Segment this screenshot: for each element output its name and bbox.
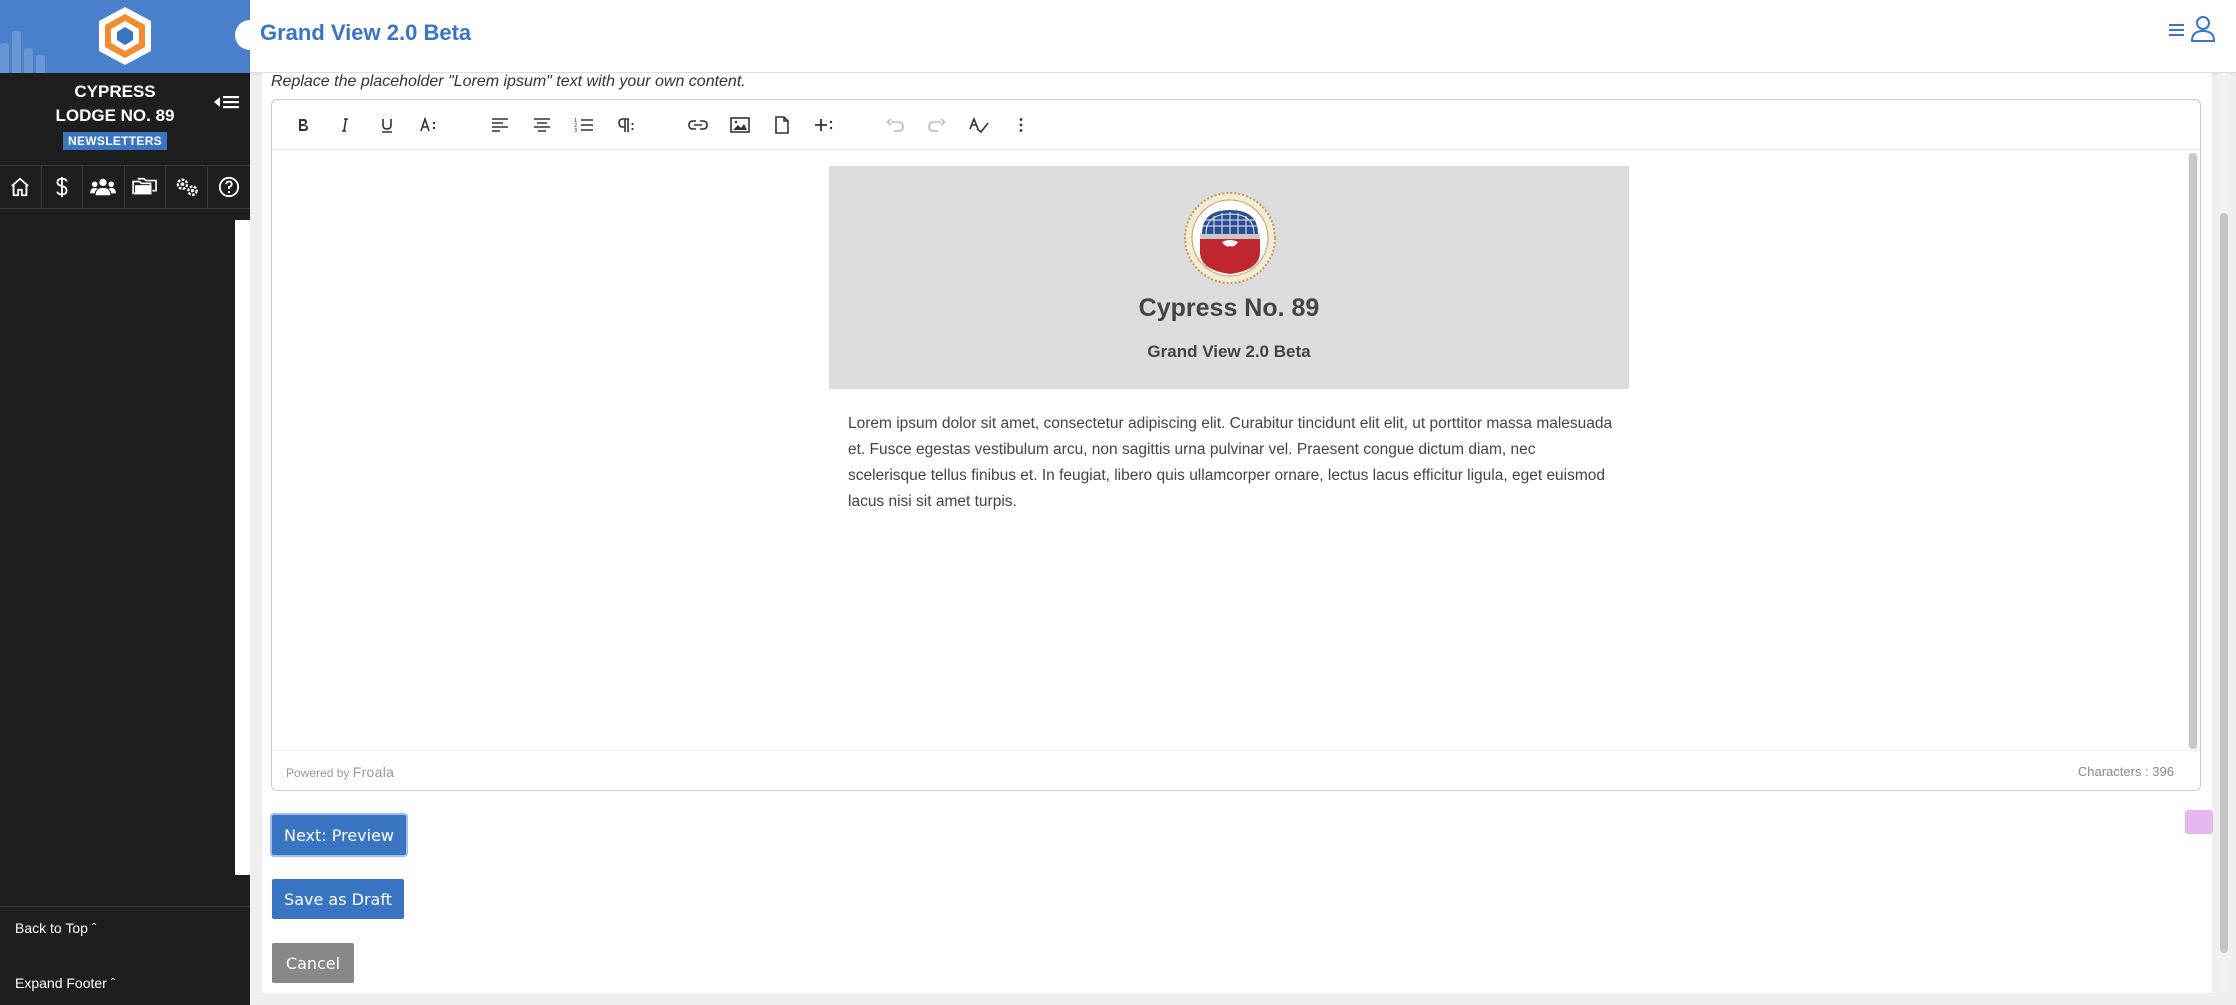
editor-status-bar: Powered by Froala Characters : 396 (272, 750, 2200, 791)
feedback-widget-icon[interactable] (2185, 810, 2213, 834)
section-badge: NEWSLETTERS (63, 132, 167, 150)
sidebar-panel-strip (235, 220, 250, 875)
next-preview-button[interactable]: Next: Preview (272, 815, 406, 855)
nav-documents[interactable] (125, 166, 167, 208)
insert-link-button[interactable] (683, 110, 713, 140)
sidebar: CYPRESS LODGE NO. 89 NEWSLETTERS Back to… (0, 0, 250, 1005)
character-count: Characters : 396 (2077, 764, 2174, 779)
home-icon (11, 177, 30, 197)
expand-footer-link[interactable]: Expand Footer ˆ (15, 975, 115, 991)
back-to-top-label: Back to Top (15, 920, 88, 936)
redo-button[interactable] (922, 110, 952, 140)
plus-more-icon (815, 119, 833, 131)
dollar-icon (56, 176, 68, 198)
newsletter-title: Cypress No. 89 (1138, 294, 1320, 322)
font-size-icon (420, 117, 436, 132)
image-icon (730, 117, 750, 133)
undo-button[interactable] (880, 110, 910, 140)
logo-bars-decoration (0, 28, 60, 73)
newsletter-subtitle: Grand View 2.0 Beta (1147, 342, 1311, 361)
top-header: Grand View 2.0 Beta (235, 0, 2236, 73)
svg-text:3: 3 (574, 128, 577, 133)
align-center-icon (534, 118, 550, 132)
newsletter-header: Cypress No. 89 Grand View 2.0 Beta (829, 166, 1629, 389)
instruction-text: Replace the placeholder "Lorem ipsum" te… (271, 73, 746, 90)
newsletter-body-text[interactable]: Lorem ipsum dolor sit amet, consectetur … (848, 411, 1618, 515)
nav-finance[interactable] (42, 166, 84, 208)
logo-hexagon-icon[interactable] (95, 5, 155, 67)
chevron-up-icon: ˆ (110, 975, 116, 991)
help-icon (218, 176, 239, 198)
chevron-up-icon: ˆ (91, 920, 97, 936)
align-left-button[interactable] (485, 110, 515, 140)
logo-area (0, 0, 250, 73)
nav-members[interactable] (83, 166, 125, 208)
page-scroll-thumb[interactable] (2220, 213, 2228, 953)
align-left-icon (492, 118, 508, 132)
font-size-button[interactable] (414, 110, 444, 140)
powered-by-label: Powered by (286, 766, 350, 780)
expand-footer-label: Expand Footer (15, 975, 107, 991)
members-icon (90, 178, 117, 196)
undo-icon (886, 118, 904, 132)
page-scrollbar[interactable] (2218, 73, 2230, 993)
sidebar-divider (0, 906, 250, 907)
rich-text-editor: 123 Cypress No. 89 Grand View 2.0 Beta L… (271, 99, 2201, 791)
main-content: Replace the placeholder "Lorem ipsum" te… (262, 73, 2212, 993)
paragraph-format-button[interactable] (611, 110, 641, 140)
editor-scrollbar[interactable] (2188, 153, 2198, 749)
collapse-menu-icon (214, 96, 239, 109)
editor-document-area[interactable]: Cypress No. 89 Grand View 2.0 Beta Lorem… (272, 151, 2188, 749)
collapse-sidebar-button[interactable] (212, 90, 244, 114)
lodge-name-line1: CYPRESS (74, 82, 156, 101)
insert-file-button[interactable] (767, 110, 797, 140)
menu-icon[interactable] (2167, 20, 2187, 40)
align-center-button[interactable] (527, 110, 557, 140)
insert-image-button[interactable] (725, 110, 755, 140)
nav-help[interactable] (208, 166, 250, 208)
nav-settings[interactable] (166, 166, 208, 208)
lodge-name-line2: LODGE NO. 89 (55, 106, 175, 125)
back-to-top-link[interactable]: Back to Top ˆ (15, 920, 96, 936)
lodge-name: CYPRESS LODGE NO. 89 (0, 80, 230, 128)
ordered-list-button[interactable]: 123 (569, 110, 599, 140)
underline-button[interactable] (372, 110, 402, 140)
settings-gears-icon (176, 178, 198, 196)
nav-home[interactable] (0, 166, 42, 208)
user-profile-icon[interactable] (2190, 14, 2216, 42)
folders-icon (132, 177, 157, 195)
spell-check-icon (969, 117, 989, 133)
bold-icon (299, 119, 308, 131)
save-draft-button[interactable]: Save as Draft (272, 879, 404, 919)
ordered-list-icon: 123 (574, 118, 593, 133)
cancel-button[interactable]: Cancel (272, 943, 354, 983)
editor-scroll-thumb[interactable] (2189, 153, 2197, 749)
underline-icon (382, 119, 392, 133)
lodge-seal-image (1184, 192, 1276, 284)
sidebar-nav (0, 165, 250, 209)
redo-icon (928, 118, 946, 132)
italic-button[interactable] (330, 110, 360, 140)
more-vertical-icon (1019, 118, 1023, 132)
app-title[interactable]: Grand View 2.0 Beta (260, 20, 471, 46)
spell-check-button[interactable] (964, 110, 994, 140)
link-icon (688, 120, 708, 130)
more-insert-button[interactable] (809, 110, 839, 140)
froala-brand: Froala (352, 764, 395, 780)
more-options-button[interactable] (1006, 110, 1036, 140)
file-icon (775, 116, 789, 134)
editor-toolbar: 123 (272, 100, 2200, 150)
paragraph-icon (618, 118, 634, 132)
powered-by-link[interactable]: Powered by Froala (286, 764, 394, 780)
italic-icon (342, 118, 348, 132)
bold-button[interactable] (288, 110, 318, 140)
